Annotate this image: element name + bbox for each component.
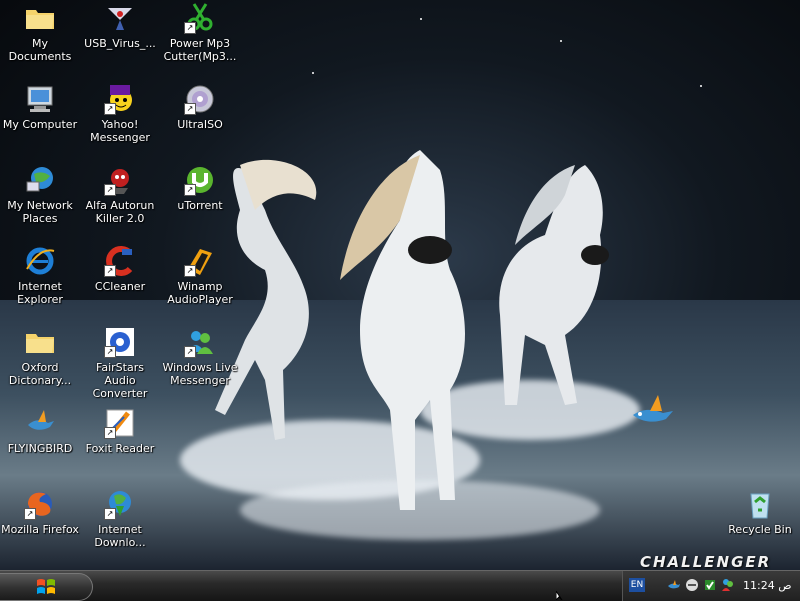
icon-label: Yahoo! Messenger xyxy=(90,118,150,144)
messenger-tray-icon[interactable] xyxy=(721,578,735,592)
taskbar: EN 11:24 ص xyxy=(0,570,800,601)
icon-label: UltraISO xyxy=(177,118,223,131)
windows-logo-icon xyxy=(37,579,55,594)
desktop-icon-my-documents[interactable]: My Documents xyxy=(0,2,80,63)
desktop[interactable]: My Documents My Computer My Network Plac… xyxy=(0,0,800,570)
desktop-icon-my-computer[interactable]: My Computer xyxy=(0,83,80,131)
shortcut-arrow-icon: ↗ xyxy=(104,508,116,520)
audio-converter-icon: ↗ xyxy=(104,326,136,358)
winamp-icon: ↗ xyxy=(184,245,216,277)
security-tray-icon[interactable] xyxy=(703,578,717,592)
shortcut-arrow-icon: ↗ xyxy=(104,346,116,358)
icon-label: Mozilla Firefox xyxy=(1,523,79,536)
shortcut-arrow-icon: ↗ xyxy=(24,508,36,520)
icon-label: Internet Downlo... xyxy=(94,523,146,549)
network-icon xyxy=(24,164,56,196)
shortcut-arrow-icon: ↗ xyxy=(104,265,116,277)
shortcut-arrow-icon: ↗ xyxy=(104,103,116,115)
autorun-killer-icon: ↗ xyxy=(104,164,136,196)
internet-explorer-icon xyxy=(24,245,56,277)
icon-label: Foxit Reader xyxy=(85,442,155,455)
system-tray: EN 11:24 ص xyxy=(622,571,800,601)
recycle-bin-icon xyxy=(744,488,776,520)
bird-tray-icon[interactable] xyxy=(667,578,681,592)
start-button[interactable] xyxy=(0,573,93,601)
desktop-icon-winamp-audioplayer[interactable]: ↗ Winamp AudioPlayer xyxy=(160,245,240,306)
icon-label: FairStars Audio Converter xyxy=(92,361,148,400)
mouse-cursor-icon xyxy=(556,591,563,600)
ccleaner-icon: ↗ xyxy=(104,245,136,277)
shortcut-arrow-icon: ↗ xyxy=(184,184,196,196)
icon-label: USB_Virus_... xyxy=(84,37,156,50)
folder-icon xyxy=(24,2,56,34)
disc-icon: ↗ xyxy=(184,83,216,115)
desktop-icon-ccleaner[interactable]: ↗ CCleaner xyxy=(80,245,160,293)
utorrent-icon: ↗ xyxy=(184,164,216,196)
wallpaper-star xyxy=(560,40,562,42)
icon-label: My Network Places xyxy=(7,199,73,225)
desktop-icon-yahoo-messenger[interactable]: ↗ Yahoo! Messenger xyxy=(80,83,160,144)
icon-label: uTorrent xyxy=(177,199,223,212)
shortcut-arrow-icon: ↗ xyxy=(104,184,116,196)
desktop-icon-fairstars-audio-converter[interactable]: ↗ FairStars Audio Converter xyxy=(80,326,160,400)
icon-label: Internet Explorer xyxy=(17,280,63,306)
desktop-icon-oxford-dictonary[interactable]: Oxford Dictonary... xyxy=(0,326,80,387)
desktop-icon-power-mp3-cutter[interactable]: ↗ Power Mp3 Cutter(Mp3... xyxy=(160,2,240,63)
download-manager-icon: ↗ xyxy=(104,488,136,520)
desktop-icon-usb-virus[interactable]: USB_Virus_... xyxy=(80,2,160,50)
flying-bird-graphic xyxy=(633,395,673,422)
desktop-icon-my-network-places[interactable]: My Network Places xyxy=(0,164,80,225)
icon-label: Recycle Bin xyxy=(728,523,792,536)
language-indicator[interactable]: EN xyxy=(629,578,645,592)
shortcut-arrow-icon: ↗ xyxy=(184,22,196,34)
shortcut-arrow-icon: ↗ xyxy=(184,346,196,358)
icon-label: Winamp AudioPlayer xyxy=(167,280,233,306)
shortcut-arrow-icon: ↗ xyxy=(104,427,116,439)
desktop-icon-internet-download-manager[interactable]: ↗ Internet Downlo... xyxy=(80,488,160,549)
horse-right-graphic xyxy=(499,165,609,405)
computer-icon xyxy=(24,83,56,115)
yahoo-messenger-icon: ↗ xyxy=(104,83,136,115)
desktop-icon-flyingbird[interactable]: FLYINGBIRD xyxy=(0,407,80,455)
wallpaper-star xyxy=(700,85,702,87)
bird-icon xyxy=(24,407,56,439)
shortcut-arrow-icon: ↗ xyxy=(184,265,196,277)
folder-icon xyxy=(24,326,56,358)
desktop-icon-internet-explorer[interactable]: Internet Explorer xyxy=(0,245,80,306)
wallpaper-star xyxy=(312,72,314,74)
shortcut-arrow-icon: ↗ xyxy=(184,103,196,115)
icon-label: CCleaner xyxy=(94,280,146,293)
icon-label: Alfa Autorun Killer 2.0 xyxy=(85,199,155,225)
icon-label: FLYINGBIRD xyxy=(7,442,73,455)
desktop-icon-alfa-autorun-killer[interactable]: ↗ Alfa Autorun Killer 2.0 xyxy=(80,164,160,225)
desktop-icon-mozilla-firefox[interactable]: ↗ Mozilla Firefox xyxy=(0,488,80,536)
icon-label: My Documents xyxy=(8,37,72,63)
icon-label: Oxford Dictonary... xyxy=(8,361,72,387)
firefox-icon: ↗ xyxy=(24,488,56,520)
desktop-icon-recycle-bin[interactable]: Recycle Bin xyxy=(720,488,800,536)
wallpaper-star xyxy=(420,18,422,20)
desktop-icon-foxit-reader[interactable]: ↗ Foxit Reader xyxy=(80,407,160,455)
desktop-icon-ultraiso[interactable]: ↗ UltraISO xyxy=(160,83,240,131)
mp3-cutter-icon: ↗ xyxy=(184,2,216,34)
taskbar-clock[interactable]: 11:24 ص xyxy=(743,579,792,592)
desktop-icon-utorrent[interactable]: ↗ uTorrent xyxy=(160,164,240,212)
foxit-reader-icon: ↗ xyxy=(104,407,136,439)
desktop-icon-windows-live-messenger[interactable]: ↗ Windows Live Messenger xyxy=(160,326,240,387)
icon-label: My Computer xyxy=(2,118,78,131)
live-messenger-icon: ↗ xyxy=(184,326,216,358)
network-tray-icon[interactable] xyxy=(685,578,699,592)
usb-virus-icon xyxy=(104,2,136,34)
icon-label: Power Mp3 Cutter(Mp3... xyxy=(163,37,237,63)
icon-label: Windows Live Messenger xyxy=(162,361,238,387)
